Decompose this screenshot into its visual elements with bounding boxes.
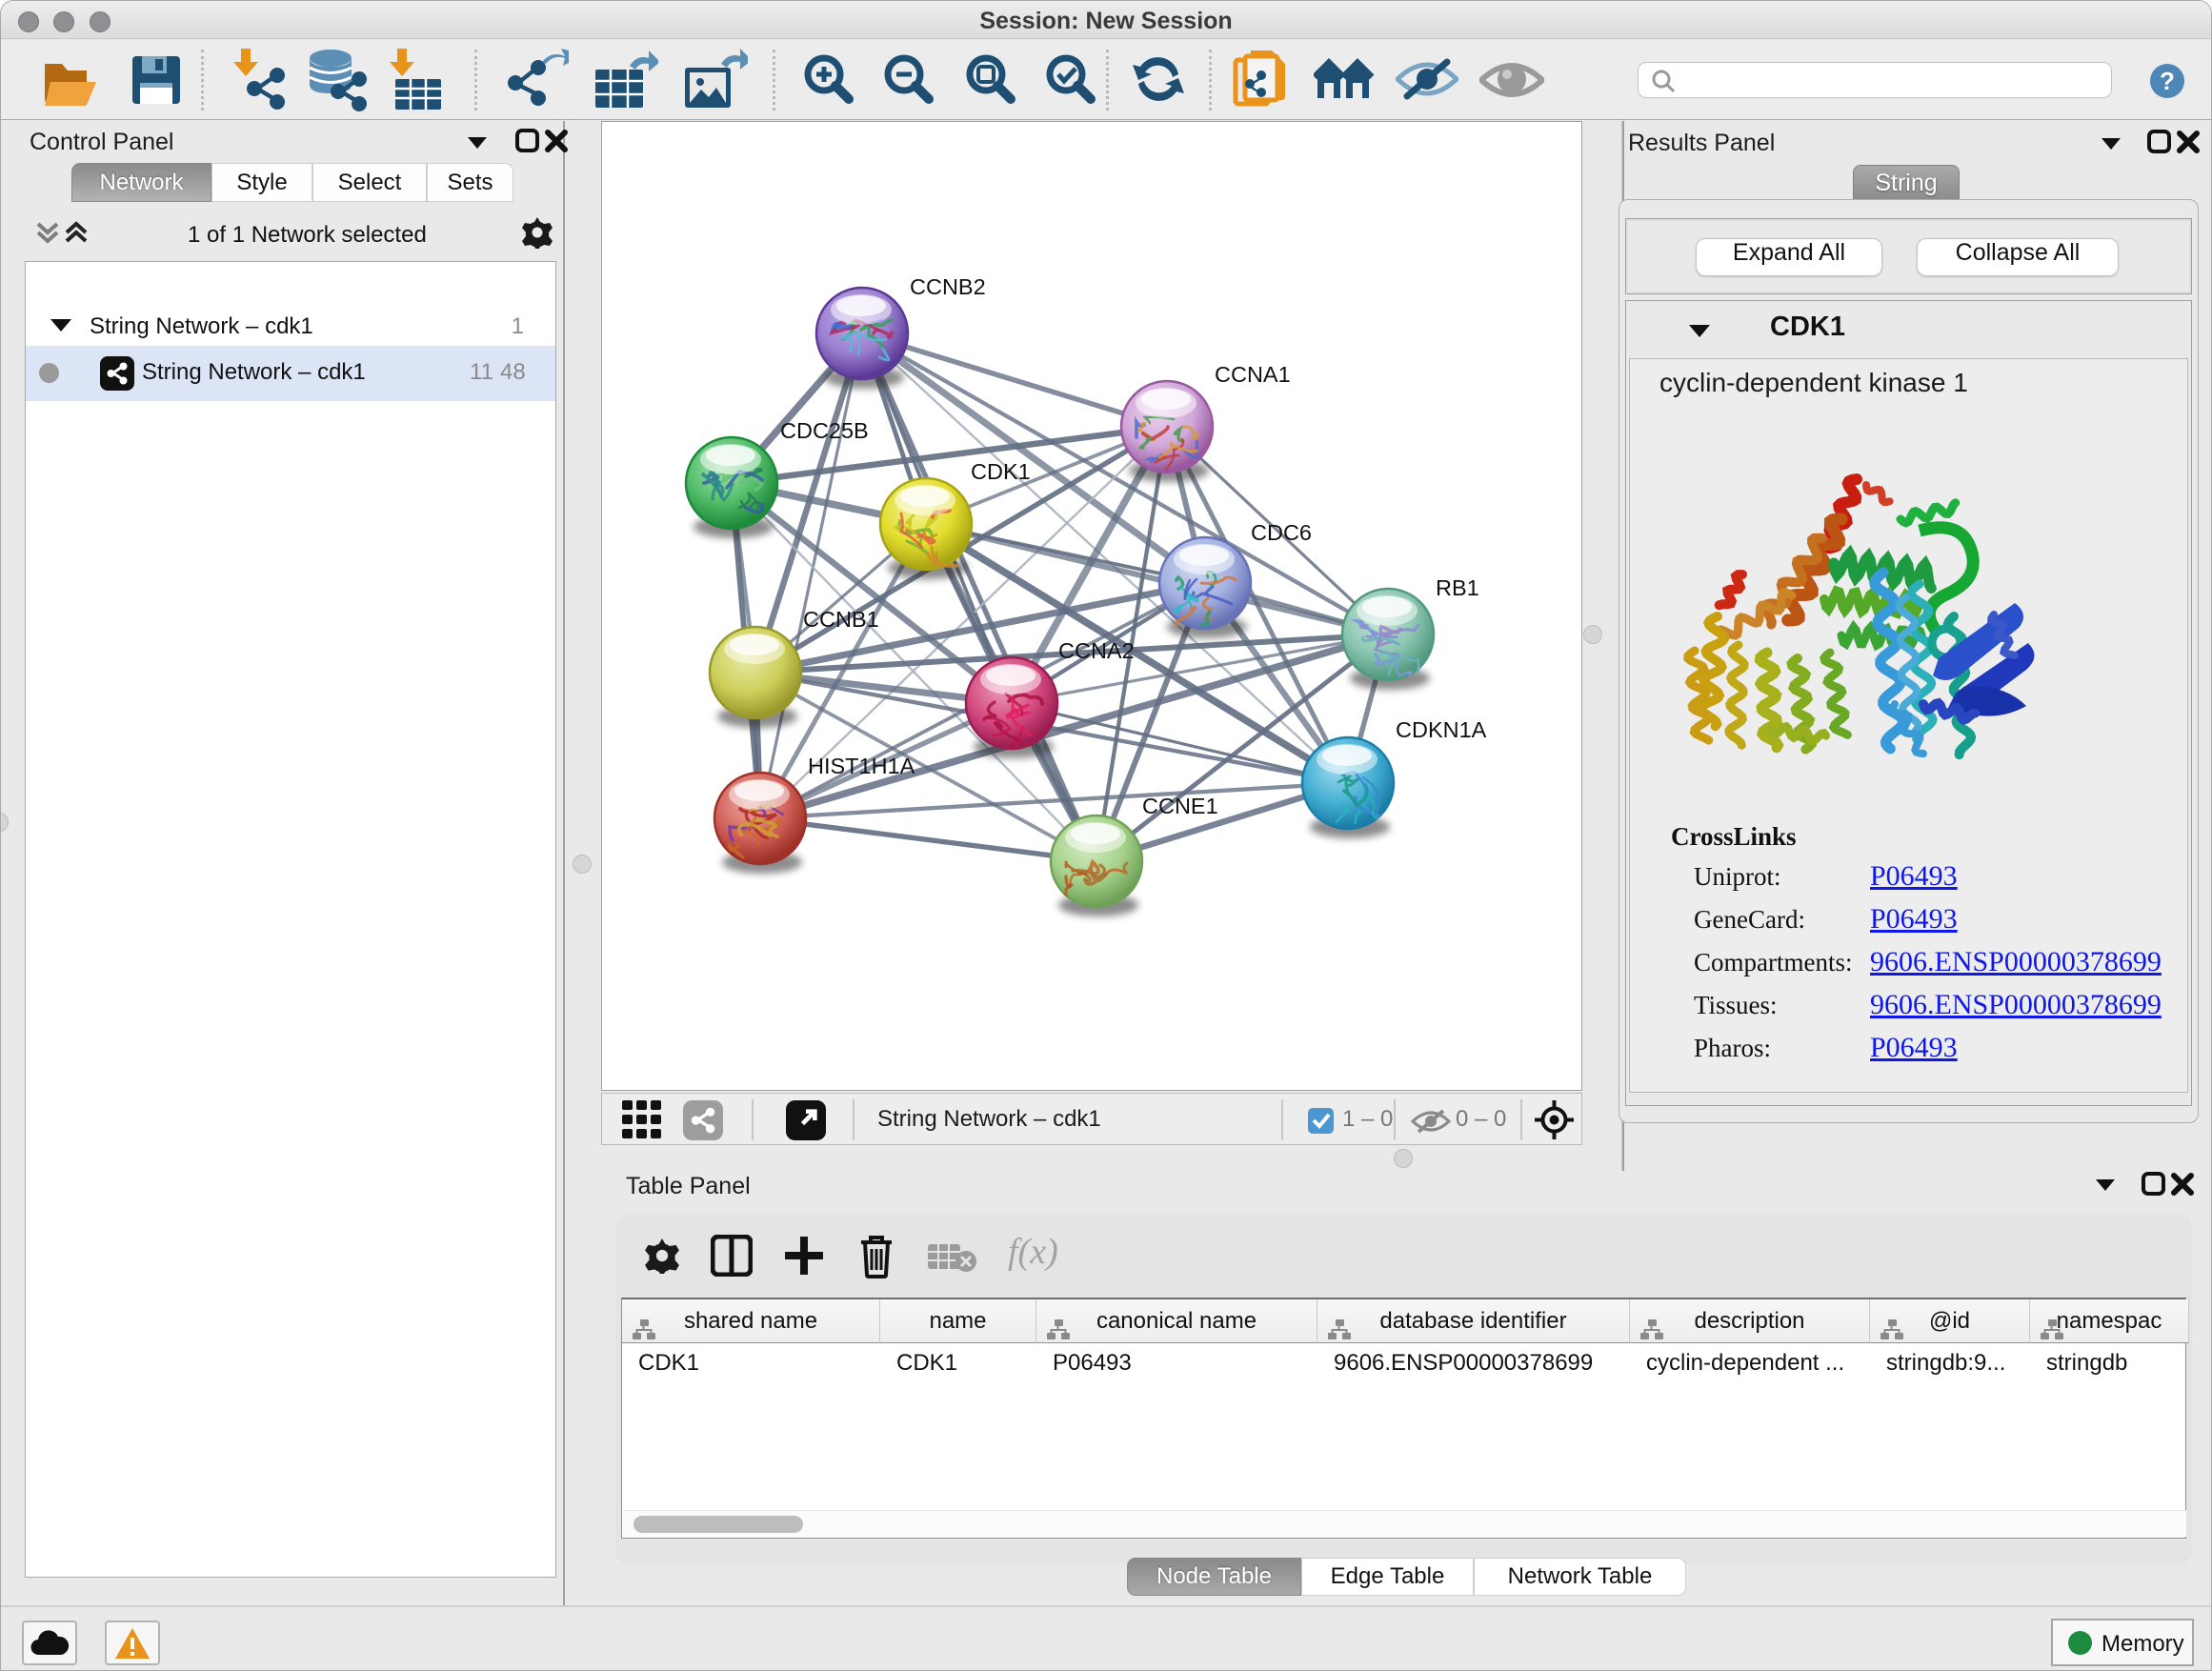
svg-text:CCNA1: CCNA1 xyxy=(1215,362,1291,387)
svg-text:CDC6: CDC6 xyxy=(1251,520,1312,545)
svg-text:CCNB2: CCNB2 xyxy=(910,274,986,299)
svg-text:CDK1: CDK1 xyxy=(971,459,1031,484)
svg-text:HIST1H1A: HIST1H1A xyxy=(808,754,915,778)
svg-text:CDC25B: CDC25B xyxy=(780,418,869,443)
svg-text:CCNA2: CCNA2 xyxy=(1058,638,1135,663)
svg-text:RB1: RB1 xyxy=(1436,575,1479,600)
svg-text:CDKN1A: CDKN1A xyxy=(1396,717,1487,742)
svg-text:CCNE1: CCNE1 xyxy=(1142,794,1218,818)
svg-text:CCNB1: CCNB1 xyxy=(803,607,879,632)
